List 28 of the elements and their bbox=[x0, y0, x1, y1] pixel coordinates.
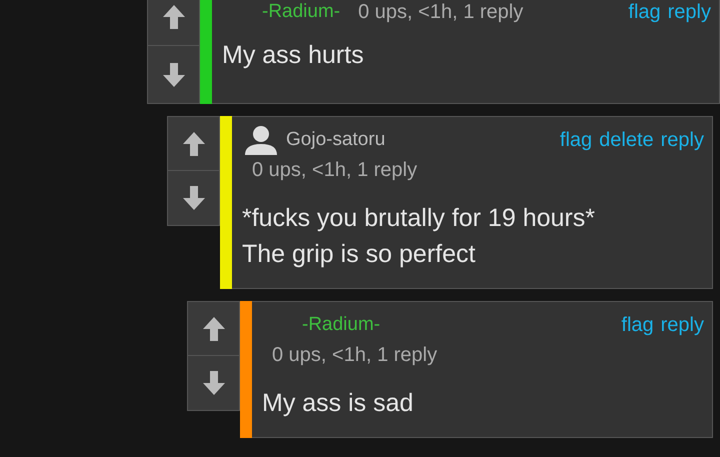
comment-meta: 0 ups, <1h, 1 reply bbox=[272, 344, 438, 367]
upvote-button[interactable] bbox=[148, 0, 199, 46]
down-arrow-icon bbox=[182, 186, 204, 210]
down-arrow-icon bbox=[202, 371, 224, 395]
username[interactable]: -Radium- bbox=[262, 1, 340, 23]
action-link[interactable]: reply bbox=[660, 314, 704, 336]
down-arrow-icon bbox=[162, 62, 184, 86]
upvote-button[interactable] bbox=[188, 302, 239, 356]
action-link[interactable]: flag bbox=[621, 314, 654, 336]
comment-text: My ass is sad bbox=[262, 388, 414, 419]
action-link[interactable]: flag bbox=[628, 0, 661, 24]
downvote-button[interactable] bbox=[148, 46, 199, 103]
username[interactable]: -Radium- bbox=[302, 314, 380, 336]
action-link[interactable]: reply bbox=[668, 0, 711, 24]
upvote-button[interactable] bbox=[168, 117, 219, 171]
up-arrow-icon bbox=[202, 316, 224, 340]
up-arrow-icon bbox=[162, 5, 184, 29]
action-link[interactable]: reply bbox=[660, 128, 704, 152]
downvote-button[interactable] bbox=[168, 171, 219, 225]
username[interactable]: Gojo-satoru bbox=[286, 129, 386, 151]
action-link[interactable]: delete bbox=[599, 128, 654, 152]
downvote-button[interactable] bbox=[188, 356, 239, 410]
up-arrow-icon bbox=[182, 132, 204, 156]
comment-meta: 0 ups, <1h, 1 reply bbox=[358, 0, 524, 24]
action-link[interactable]: flag bbox=[560, 128, 592, 152]
comment-text: My ass hurts bbox=[222, 40, 365, 71]
comment-text: *fucks you brutally for 19 hours* The grip is so perfect bbox=[242, 203, 596, 270]
comment-meta: 0 ups, <1h, 1 reply bbox=[252, 159, 418, 182]
